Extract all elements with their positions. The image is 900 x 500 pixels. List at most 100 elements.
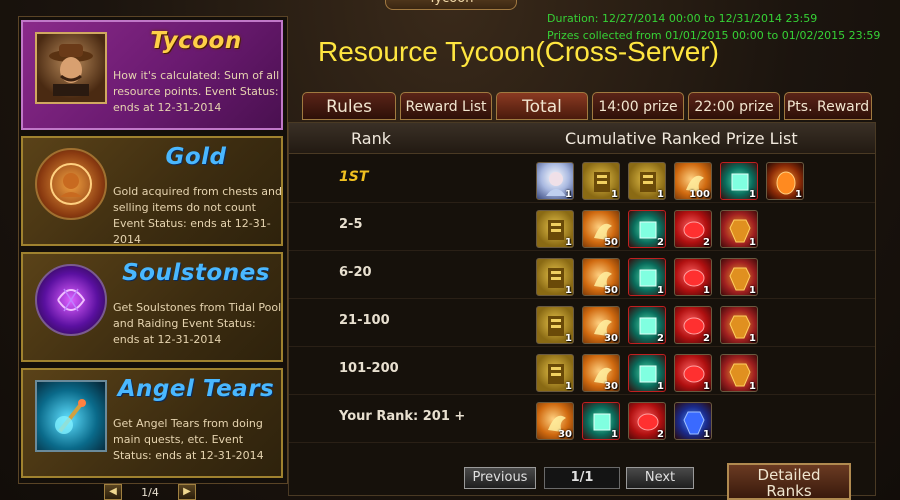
item-quantity: 2	[657, 237, 664, 248]
tab-reward-list[interactable]: Reward List	[400, 92, 492, 120]
card-title-angel-tears: Angel Tears	[117, 376, 275, 402]
table-row: Your Rank: 201 + 30 1 2 1	[289, 394, 875, 443]
gold-scroll-icon[interactable]: 1	[628, 162, 666, 200]
page-indicator: 1/1	[544, 467, 620, 489]
tab-22-prize[interactable]: 22:00 prize	[688, 92, 780, 120]
item-quantity: 1	[703, 429, 710, 440]
item-quantity: 1	[565, 189, 572, 200]
red-soulstone-icon[interactable]: 2	[628, 402, 666, 440]
red-armor-icon[interactable]: 1	[720, 258, 758, 296]
item-quantity: 100	[689, 189, 710, 200]
column-header-prize-list: Cumulative Ranked Prize List	[565, 129, 798, 148]
green-gem-icon[interactable]: 1	[628, 258, 666, 296]
gold-scroll-icon[interactable]: 1	[582, 162, 620, 200]
card-desc-tycoon: How it's calculated: Sum of all resource…	[113, 69, 280, 114]
green-gem-icon[interactable]: 2	[628, 210, 666, 248]
tab-pts-reward[interactable]: Pts. Reward	[784, 92, 872, 120]
green-gem-icon[interactable]: 1	[720, 162, 758, 200]
item-quantity: 1	[565, 285, 572, 296]
item-quantity: 50	[604, 237, 618, 248]
flame-scroll-icon[interactable]: 30	[582, 354, 620, 392]
rank-label: 6-20	[339, 265, 372, 280]
angel-portrait-icon[interactable]: 1	[536, 162, 574, 200]
rank-label: Your Rank: 201 +	[339, 409, 466, 424]
category-card-angel-tears[interactable]: Angel Tears Get Angel Tears from doing m…	[21, 368, 283, 478]
item-quantity: 1	[657, 285, 664, 296]
window-title-tab: Tycoon	[385, 0, 517, 10]
tab-rules[interactable]: Rules	[302, 92, 396, 120]
item-quantity: 1	[565, 333, 572, 344]
prize-item-list: 1 30 1 1 1	[536, 354, 758, 392]
item-quantity: 1	[749, 237, 756, 248]
category-card-tycoon[interactable]: Tycoon How it's calculated: Sum of all r…	[21, 20, 283, 130]
item-quantity: 2	[703, 333, 710, 344]
gold-scroll-icon[interactable]: 1	[536, 258, 574, 296]
prize-item-list: 1 50 2 2 1	[536, 210, 758, 248]
item-quantity: 1	[703, 285, 710, 296]
red-soulstone-icon[interactable]: 2	[674, 210, 712, 248]
gold-scroll-icon[interactable]: 1	[536, 306, 574, 344]
next-button[interactable]: Next	[626, 467, 694, 489]
gold-scroll-icon[interactable]: 1	[536, 210, 574, 248]
flame-scroll-icon[interactable]: 50	[582, 210, 620, 248]
sidebar-next-page-button[interactable]: ▶	[177, 484, 196, 500]
item-quantity: 1	[749, 381, 756, 392]
flame-scroll-icon[interactable]: 30	[582, 306, 620, 344]
card-desc-angel-tears: Get Angel Tears from doing main quests, …	[113, 417, 264, 462]
red-soulstone-icon[interactable]: 1	[674, 258, 712, 296]
rank-label: 21-100	[339, 313, 390, 328]
green-gem-icon[interactable]: 2	[628, 306, 666, 344]
tab-bar: Rules Reward List Total 14:00 prize 22:0…	[302, 92, 872, 120]
item-quantity: 50	[604, 285, 618, 296]
rank-label: 2-5	[339, 217, 363, 232]
red-armor-icon[interactable]: 1	[720, 354, 758, 392]
item-quantity: 1	[703, 381, 710, 392]
detailed-ranks-button[interactable]: Detailed Ranks	[727, 463, 851, 500]
item-quantity: 1	[657, 189, 664, 200]
flame-scroll-icon[interactable]: 50	[582, 258, 620, 296]
category-card-soulstones[interactable]: Soulstones Get Soulstones from Tidal Poo…	[21, 252, 283, 362]
item-quantity: 2	[657, 333, 664, 344]
red-soulstone-icon[interactable]: 1	[674, 354, 712, 392]
table-row: 1ST 1 1 1 100 1 1	[289, 154, 875, 203]
item-quantity: 1	[611, 189, 618, 200]
item-quantity: 1	[749, 333, 756, 344]
item-quantity: 1	[565, 381, 572, 392]
sidebar-prev-page-button[interactable]: ◀	[104, 484, 122, 500]
prize-item-list: 30 1 2 1	[536, 402, 712, 440]
red-armor-icon[interactable]: 1	[720, 210, 758, 248]
item-quantity: 1	[795, 189, 802, 200]
card-desc-soulstones: Get Soulstones from Tidal Pool and Raidi…	[113, 301, 282, 346]
red-soulstone-icon[interactable]: 2	[674, 306, 712, 344]
table-header: Rank Cumulative Ranked Prize List	[289, 123, 875, 154]
red-armor-icon[interactable]: 1	[720, 306, 758, 344]
item-quantity: 30	[604, 381, 618, 392]
category-sidebar: Tycoon How it's calculated: Sum of all r…	[18, 16, 288, 484]
tab-14-prize[interactable]: 14:00 prize	[592, 92, 684, 120]
category-card-gold[interactable]: Gold Gold acquired from chests and selli…	[21, 136, 283, 246]
blue-armor-icon[interactable]: 1	[674, 402, 712, 440]
gold-coin-icon	[35, 148, 107, 220]
item-quantity: 1	[749, 189, 756, 200]
page-title: Resource Tycoon(Cross-Server)	[318, 36, 719, 67]
previous-button[interactable]: Previous	[464, 467, 536, 489]
tab-total[interactable]: Total	[496, 92, 588, 120]
item-quantity: 2	[703, 237, 710, 248]
fire-egg-icon[interactable]: 1	[766, 162, 804, 200]
item-quantity: 1	[657, 381, 664, 392]
item-quantity: 1	[611, 429, 618, 440]
item-quantity: 1	[749, 285, 756, 296]
detailed-ranks-label-line2: Ranks	[766, 482, 812, 500]
card-title-tycoon: Tycoon	[150, 28, 242, 54]
prize-item-list: 1 1 1 100 1 1	[536, 162, 804, 200]
card-title-gold: Gold	[165, 144, 227, 170]
green-gem-icon[interactable]: 1	[582, 402, 620, 440]
gold-scroll-icon[interactable]: 1	[536, 354, 574, 392]
prize-item-list: 1 50 1 1 1	[536, 258, 758, 296]
card-desc-gold: Gold acquired from chests and selling it…	[113, 185, 282, 246]
prize-table: Rank Cumulative Ranked Prize List 1ST 1 1 1…	[288, 122, 876, 496]
prize-item-list: 1 30 2 2 1	[536, 306, 758, 344]
flame-scroll-icon[interactable]: 100	[674, 162, 712, 200]
flame-scroll-icon[interactable]: 30	[536, 402, 574, 440]
green-gem-icon[interactable]: 1	[628, 354, 666, 392]
